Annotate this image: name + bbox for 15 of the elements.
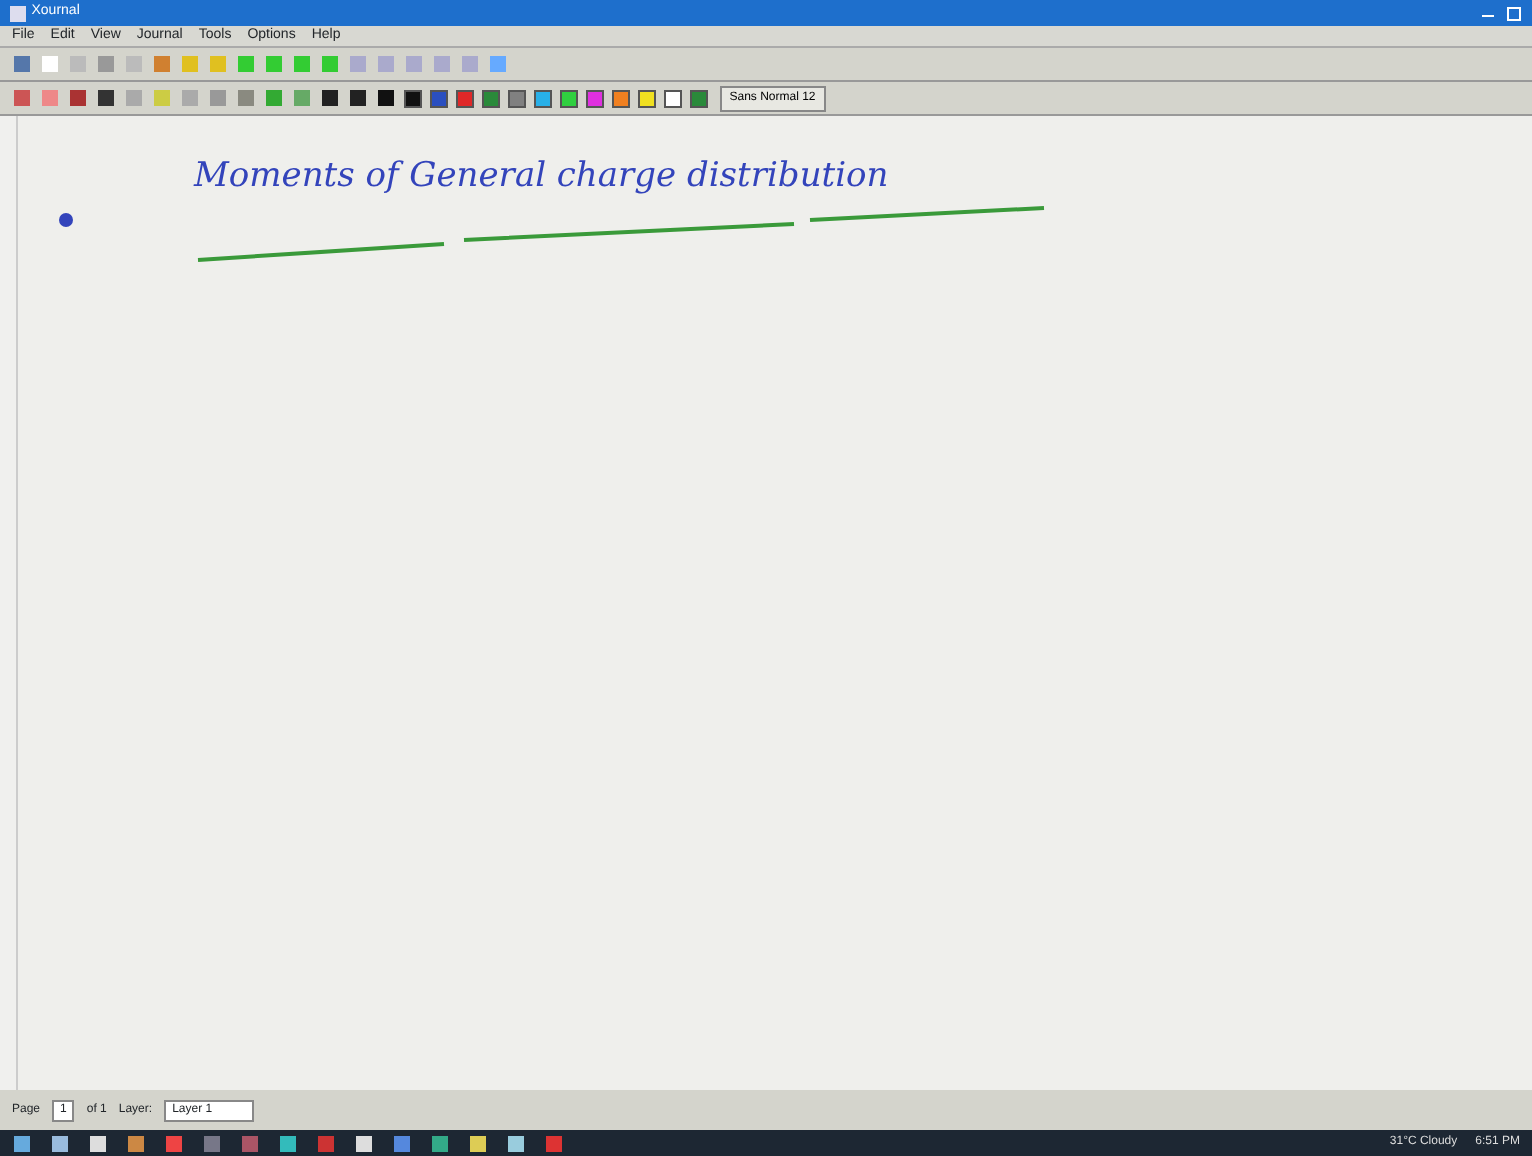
color-swatch[interactable]: [456, 89, 474, 107]
color-swatch[interactable]: [586, 89, 604, 107]
color-swatch[interactable]: [612, 89, 630, 107]
color-swatch[interactable]: [482, 89, 500, 107]
color-swatch[interactable]: [404, 89, 422, 107]
color-swatch[interactable]: [690, 89, 708, 107]
maximize-icon[interactable]: [1504, 3, 1524, 23]
color-swatch[interactable]: [664, 89, 682, 107]
color-swatch[interactable]: [508, 89, 526, 107]
color-swatch[interactable]: [430, 89, 448, 107]
color-swatch[interactable]: [560, 89, 578, 107]
color-swatch[interactable]: [534, 89, 552, 107]
bullet-icon: [58, 212, 74, 228]
color-swatch[interactable]: [638, 89, 656, 107]
handwritten-heading: Moments of General charge distribution: [194, 154, 891, 200]
